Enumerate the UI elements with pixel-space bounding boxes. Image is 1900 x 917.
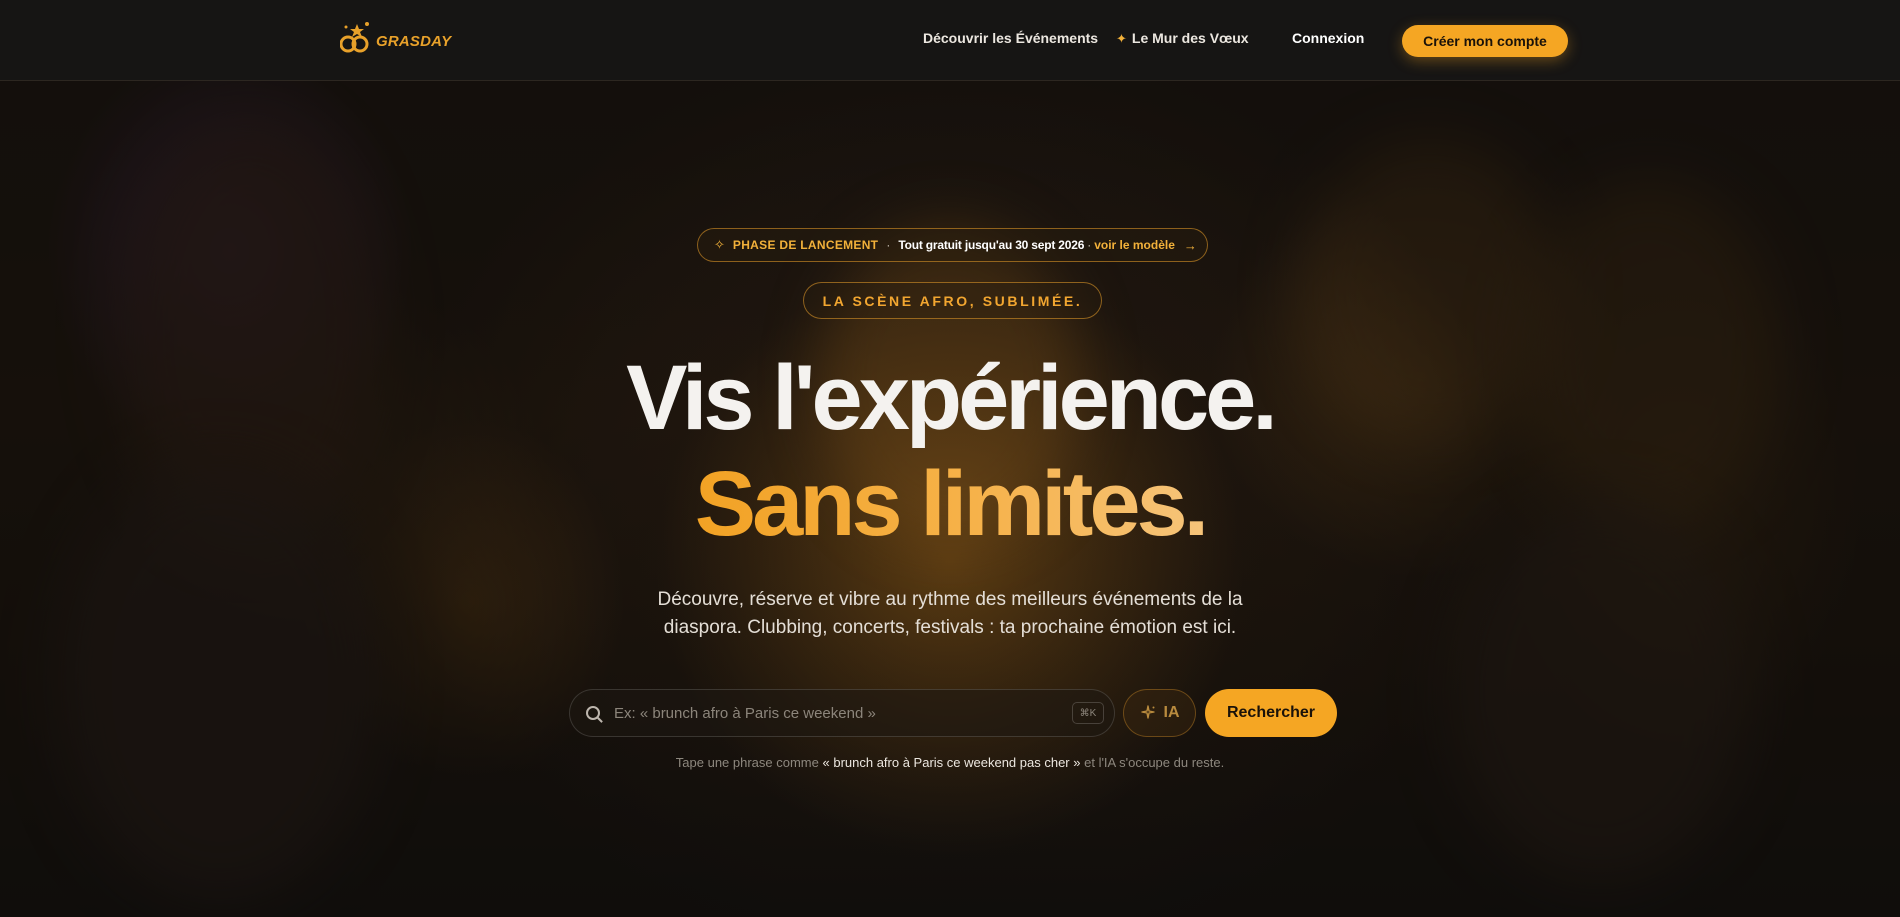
launch-phase-label: PHASE DE LANCEMENT xyxy=(732,238,879,252)
hero-tagline-badge: LA SCÈNE AFRO, SUBLIMÉE. xyxy=(803,282,1102,319)
top-header: GRASDAY Découvrir les Événements ✦ Le Mur… xyxy=(0,0,1900,81)
arrow-right-icon: → xyxy=(1183,237,1197,253)
search-hint-prefix: Tape une phrase comme xyxy=(675,755,819,770)
separator-dot: · xyxy=(886,238,891,252)
magic-wand-icon xyxy=(1140,705,1155,719)
keyboard-shortcut-badge: ⌘K xyxy=(1072,702,1104,724)
nav-wish-wall[interactable]: ✦ Le Mur des Vœux xyxy=(1116,30,1249,47)
nav-wish-wall-label: Le Mur des Vœux xyxy=(1131,30,1249,46)
ai-search-button[interactable]: IA xyxy=(1123,689,1196,737)
brand-name: GRASDAY xyxy=(376,32,452,50)
see-model-link[interactable]: voir le modèle xyxy=(1094,238,1175,252)
ai-search-label: IA xyxy=(1163,704,1180,721)
create-account-button[interactable]: Créer mon compte xyxy=(1402,25,1568,57)
hero-subtitle-line2: diaspora. Clubbing, concerts, festivals … xyxy=(663,617,1237,638)
hero-title-line1: Vis l'expérience. xyxy=(626,347,1278,449)
nav-discover-events[interactable]: Découvrir les Événements xyxy=(923,30,1098,46)
search-hint-suffix: et l'IA s'occupe du reste. xyxy=(1084,755,1225,770)
search-icon xyxy=(586,706,600,720)
search-hint: Tape une phrase comme « brunch afro à Pa… xyxy=(0,755,1900,770)
separator-dot: · xyxy=(1087,238,1092,252)
launch-banner[interactable]: ✧ PHASE DE LANCEMENT · Tout gratuit jusq… xyxy=(697,228,1208,262)
search-hint-example: « brunch afro à Paris ce weekend pas che… xyxy=(822,755,1081,770)
sparkles-icon: ✧ xyxy=(714,237,725,252)
hero-title-line2: Sans limites. xyxy=(0,458,1900,550)
nav-login[interactable]: Connexion xyxy=(1292,30,1364,46)
brand-logo[interactable]: GRASDAY xyxy=(340,18,451,56)
logo-icon xyxy=(340,22,369,53)
hero-title-line2-text: Sans limites. xyxy=(694,453,1209,555)
search-input[interactable] xyxy=(614,704,1072,722)
search-button[interactable]: Rechercher xyxy=(1205,689,1337,737)
hero-subtitle: Découvre, réserve et vibre au rythme des… xyxy=(0,586,1900,642)
hero-subtitle-line1: Découvre, réserve et vibre au rythme des… xyxy=(657,589,1243,610)
free-until-text: Tout gratuit jusqu'au 30 sept 2026 xyxy=(898,238,1085,252)
sparkles-icon: ✦ xyxy=(1116,31,1127,46)
search-bar[interactable]: ⌘K xyxy=(569,689,1115,737)
